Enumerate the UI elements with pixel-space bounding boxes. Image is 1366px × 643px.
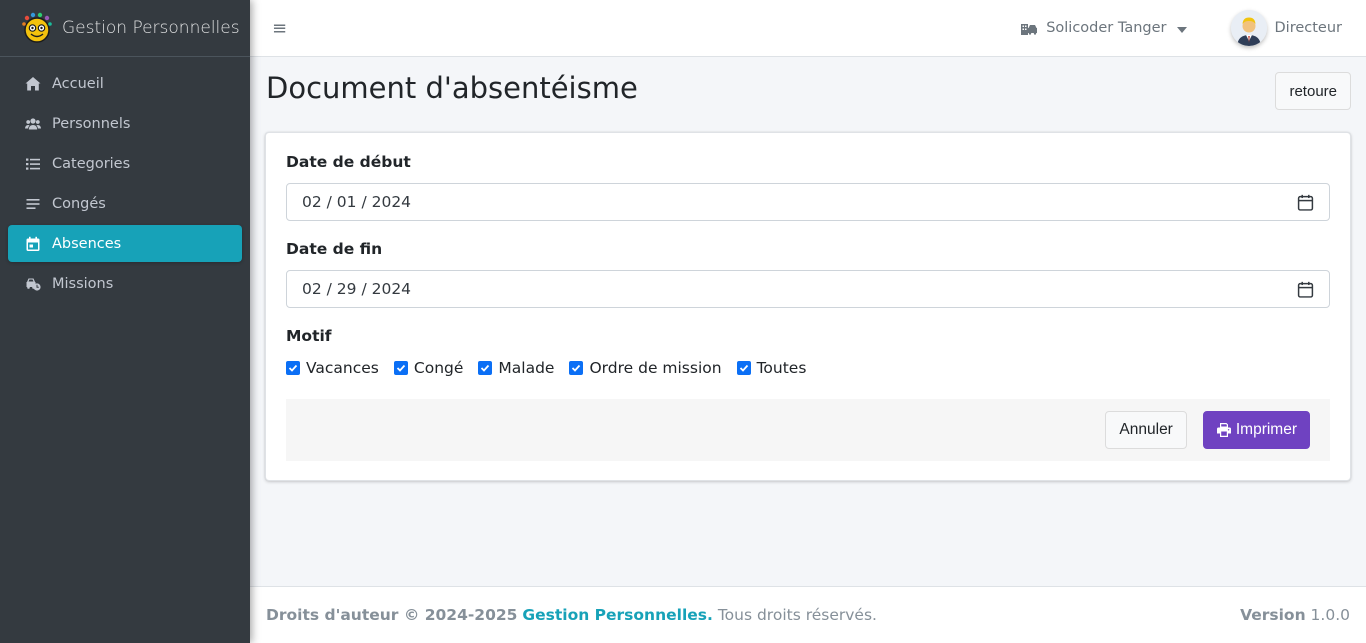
- start-date-input[interactable]: 02 / 01 / 2024: [286, 183, 1330, 221]
- menu-toggle-icon[interactable]: ≡: [272, 18, 287, 39]
- sidebar-item-label: Accueil: [52, 75, 104, 92]
- form-actions: Annuler Imprimer: [286, 399, 1330, 461]
- checkbox-label: Toutes: [756, 359, 807, 377]
- car-clock-icon: [24, 275, 42, 293]
- calendar-icon[interactable]: [1297, 281, 1314, 298]
- sidebar-item-label: Absences: [52, 235, 122, 252]
- company-dropdown[interactable]: Solicoder Tanger: [1020, 20, 1187, 36]
- home-icon: [24, 75, 42, 93]
- checkbox-checked-icon[interactable]: [736, 361, 751, 375]
- page-footer: Droits d'auteur © 2024-2025 Gestion Pers…: [250, 586, 1366, 643]
- end-date-input[interactable]: 02 / 29 / 2024: [286, 270, 1330, 308]
- sidebar-item-label: Missions: [52, 275, 114, 292]
- calendar-icon[interactable]: [1297, 194, 1314, 211]
- checkbox-vacances[interactable]: Vacances: [286, 359, 379, 377]
- start-date-label: Date de début: [286, 153, 411, 171]
- absence-form-card: Date de début 02 / 01 / 2024 Date de fin…: [265, 132, 1351, 481]
- back-button[interactable]: retoure: [1275, 72, 1351, 110]
- sidebar-item-accueil[interactable]: Accueil: [8, 65, 242, 102]
- sidebar-item-label: Personnels: [52, 115, 131, 132]
- chevron-down-icon: [1176, 26, 1187, 33]
- end-date-value: 02 / 29 / 2024: [302, 280, 412, 298]
- print-button[interactable]: Imprimer: [1202, 411, 1310, 449]
- brand-name: Gestion Personnelles: [62, 18, 240, 38]
- sidebar-item-categories[interactable]: Categories: [8, 145, 242, 182]
- checkbox-conge[interactable]: Congé: [393, 359, 464, 377]
- checkbox-label: Ordre de mission: [589, 359, 722, 377]
- navbar-right: Solicoder Tanger Directeur: [1020, 10, 1366, 46]
- version-value: 1.0.0: [1310, 606, 1350, 624]
- version-label: Version: [1240, 606, 1306, 624]
- brand[interactable]: Gestion Personnelles: [0, 0, 250, 57]
- calendar-icon: [24, 235, 42, 253]
- sidebar-item-label: Congés: [52, 195, 106, 212]
- users-icon: [24, 115, 42, 133]
- brand-logo-icon: [22, 12, 52, 43]
- checkbox-malade[interactable]: Malade: [478, 359, 554, 377]
- cancel-button[interactable]: Annuler: [1105, 411, 1187, 449]
- checkbox-checked-icon[interactable]: [478, 361, 493, 375]
- checkbox-label: Congé: [413, 359, 464, 377]
- user-role: Directeur: [1274, 20, 1343, 36]
- printer-icon: [1216, 423, 1231, 437]
- checkbox-label: Malade: [498, 359, 555, 377]
- checkbox-checked-icon[interactable]: [569, 361, 584, 375]
- main-content: Document d'absentéisme retoure Date de d…: [250, 57, 1366, 586]
- page-title: Document d'absentéisme: [266, 71, 638, 105]
- sidebar-item-conges[interactable]: Congés: [8, 185, 242, 222]
- user-menu[interactable]: Directeur: [1230, 10, 1343, 46]
- copyright-text: Droits d'auteur © 2024-2025: [266, 606, 518, 624]
- sidebar-nav: Accueil Personnels Categories Congés Abs…: [0, 57, 250, 302]
- align-icon: [24, 195, 42, 213]
- checkbox-checked-icon[interactable]: [393, 361, 408, 375]
- company-name: Solicoder Tanger: [1046, 20, 1167, 36]
- top-navbar: ≡ Solicoder Tanger Directeur: [250, 0, 1366, 57]
- sidebar-item-label: Categories: [52, 155, 131, 172]
- checkbox-toutes[interactable]: Toutes: [736, 359, 807, 377]
- avatar: [1230, 10, 1267, 46]
- start-date-value: 02 / 01 / 2024: [302, 193, 412, 211]
- end-date-label: Date de fin: [286, 240, 383, 258]
- sidebar-item-personnels[interactable]: Personnels: [8, 105, 242, 142]
- checkbox-label: Vacances: [306, 359, 379, 377]
- sidebar-item-missions[interactable]: Missions: [8, 265, 242, 302]
- sidebar: Gestion Personnelles Accueil Personnels …: [0, 0, 250, 643]
- sidebar-item-absences[interactable]: Absences: [8, 225, 242, 262]
- print-button-label: Imprimer: [1235, 421, 1297, 438]
- motif-label: Motif: [286, 327, 332, 345]
- building-car-icon: [1021, 24, 1038, 35]
- rights-text: Tous droits réservés.: [717, 606, 877, 624]
- checkbox-checked-icon[interactable]: [286, 361, 300, 375]
- list-icon: [24, 155, 42, 173]
- version: Version 1.0.0: [1240, 606, 1350, 624]
- checkbox-ordre-de-mission[interactable]: Ordre de mission: [569, 359, 722, 377]
- motif-checkboxes: Vacances Congé Malade Ordre de mission T…: [286, 357, 1330, 379]
- footer-brand-link[interactable]: Gestion Personnelles.: [522, 606, 713, 624]
